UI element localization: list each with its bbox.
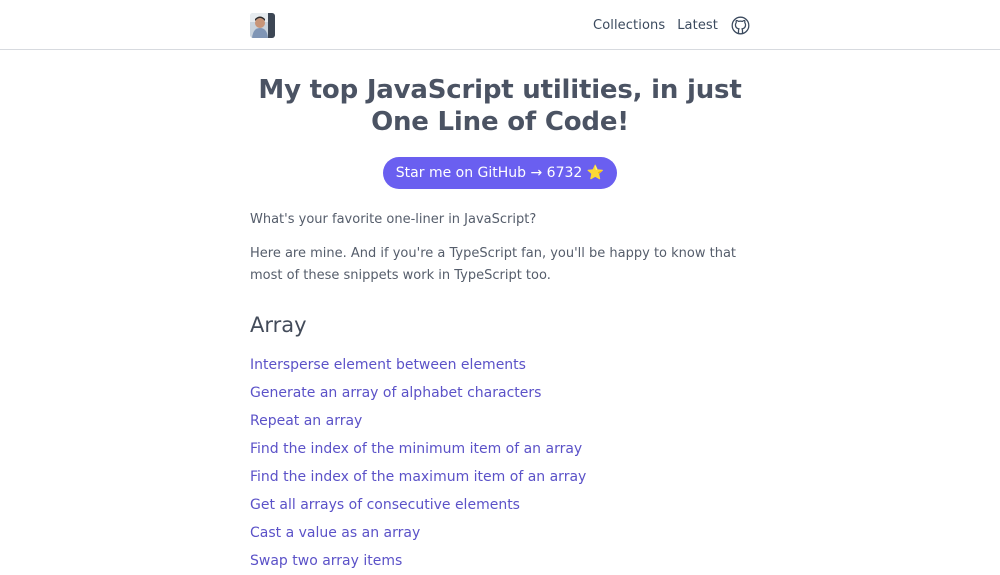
section-heading-array: Array bbox=[250, 313, 307, 337]
star-on-github-label: Star me on GitHub → 6732 bbox=[395, 165, 583, 181]
snippet-link[interactable]: Intersperse element between elements bbox=[250, 357, 526, 373]
top-bar: Collections Latest bbox=[0, 0, 1000, 50]
list-item: Get all arrays of consecutive elements bbox=[250, 490, 750, 518]
intro-description-line-1: Here are mine. And if you're a TypeScrip… bbox=[250, 246, 737, 261]
star-on-github-button[interactable]: Star me on GitHub → 6732 ⭐ bbox=[382, 157, 618, 189]
list-item: Cast a value as an array bbox=[250, 518, 750, 546]
avatar-image bbox=[250, 13, 275, 38]
nav-latest-link[interactable]: Latest bbox=[677, 18, 718, 33]
list-item: Find the index of the maximum item of an… bbox=[250, 462, 750, 490]
nav-collections-link[interactable]: Collections bbox=[593, 18, 665, 33]
intro-description: Here are mine. And if you're a TypeScrip… bbox=[250, 243, 750, 287]
page-title-line-2: One Line of Code! bbox=[371, 107, 629, 137]
list-item: Intersperse element between elements bbox=[250, 350, 750, 378]
cta-wrapper: Star me on GitHub → 6732 ⭐ bbox=[250, 157, 750, 189]
snippet-link[interactable]: Get all arrays of consecutive elements bbox=[250, 497, 520, 513]
intro-description-line-2: most of these snippets work in TypeScrip… bbox=[250, 268, 551, 283]
top-nav: Collections Latest bbox=[593, 0, 750, 50]
snippet-link[interactable]: Repeat an array bbox=[250, 413, 362, 429]
snippet-link[interactable]: Cast a value as an array bbox=[250, 525, 420, 541]
list-item: Find the index of the minimum item of an… bbox=[250, 434, 750, 462]
list-item: Repeat an array bbox=[250, 406, 750, 434]
intro-question: What's your favorite one-liner in JavaSc… bbox=[250, 212, 537, 227]
array-snippet-list: Intersperse element between elements Gen… bbox=[250, 350, 750, 574]
snippet-link[interactable]: Find the index of the maximum item of an… bbox=[250, 469, 586, 485]
page-title-line-1: My top JavaScript utilities, in just bbox=[258, 75, 742, 105]
star-icon: ⭐ bbox=[586, 165, 605, 181]
list-item: Generate an array of alphabet characters bbox=[250, 378, 750, 406]
snippet-link[interactable]: Find the index of the minimum item of an… bbox=[250, 441, 582, 457]
snippet-link[interactable]: Swap two array items bbox=[250, 553, 402, 569]
main-content: My top JavaScript utilities, in just One… bbox=[250, 50, 750, 574]
list-item: Swap two array items bbox=[250, 546, 750, 574]
page-title: My top JavaScript utilities, in just One… bbox=[250, 74, 750, 138]
snippet-link[interactable]: Generate an array of alphabet characters bbox=[250, 385, 541, 401]
github-icon[interactable] bbox=[731, 16, 750, 35]
avatar[interactable] bbox=[250, 13, 275, 38]
